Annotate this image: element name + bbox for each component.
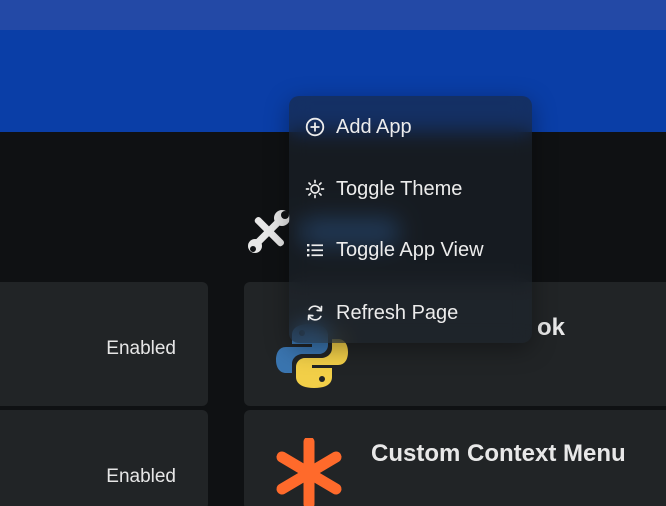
asterisk-icon bbox=[276, 438, 342, 506]
status-text: Enabled bbox=[106, 338, 176, 359]
menu-item-label: Toggle Theme bbox=[336, 177, 463, 200]
app-title: ok bbox=[537, 314, 566, 341]
list-icon bbox=[304, 239, 326, 261]
app-card-custom-context-menu[interactable]: Custom Context Menu bbox=[244, 410, 666, 506]
tools-icon bbox=[248, 210, 290, 253]
app-card-left-2[interactable]: Enabled bbox=[0, 410, 208, 506]
context-menu: Add App Toggle Theme Toggle App View Ref… bbox=[289, 96, 532, 343]
app-page: Enabled Enabled ok Custom Context Menu A… bbox=[0, 0, 666, 506]
menu-item-label: Add App bbox=[336, 115, 412, 138]
plus-circle-icon bbox=[304, 116, 326, 138]
sun-icon bbox=[304, 178, 326, 200]
menu-item-toggle-app-view[interactable]: Toggle App View bbox=[289, 230, 532, 270]
menu-item-label: Toggle App View bbox=[336, 238, 484, 261]
status-text: Enabled bbox=[106, 466, 176, 487]
menu-item-toggle-theme[interactable]: Toggle Theme bbox=[289, 169, 532, 209]
app-card-left-1[interactable]: Enabled bbox=[0, 282, 208, 406]
header-top-band bbox=[0, 0, 666, 30]
menu-item-add-app[interactable]: Add App bbox=[289, 107, 532, 147]
refresh-icon bbox=[304, 302, 326, 324]
menu-item-label: Refresh Page bbox=[336, 301, 459, 324]
app-title: Custom Context Menu bbox=[371, 440, 626, 467]
menu-item-refresh-page[interactable]: Refresh Page bbox=[289, 293, 532, 333]
